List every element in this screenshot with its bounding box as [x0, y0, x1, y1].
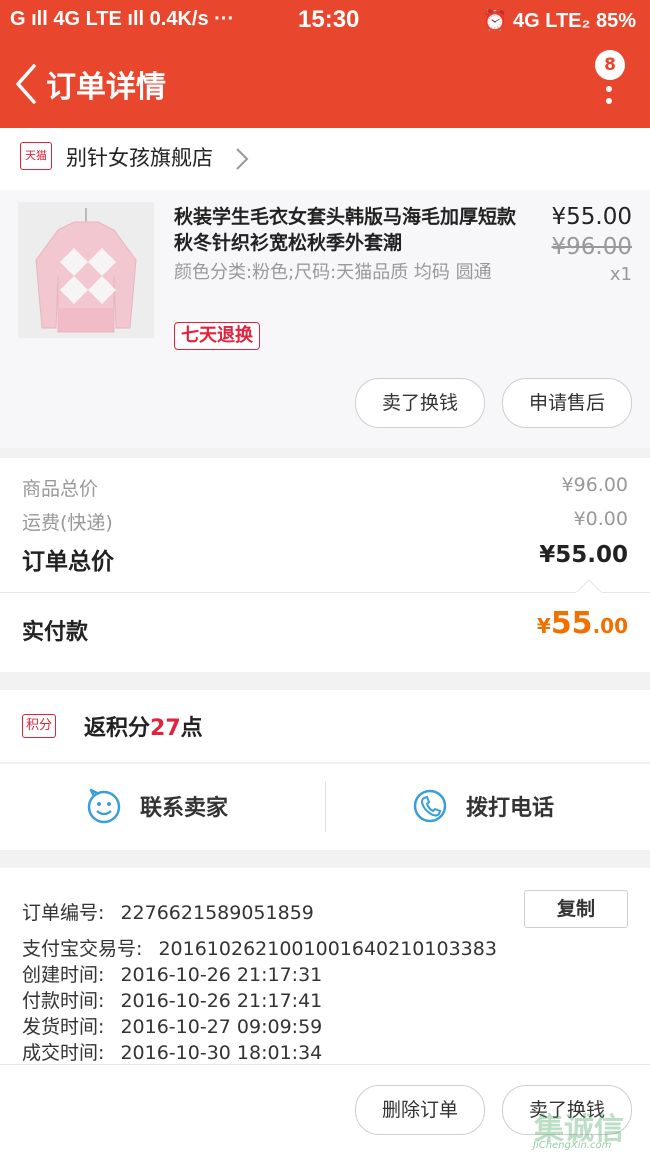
status-time: 15:30: [298, 6, 360, 33]
paid-time-row: 付款时间: 2016-10-26 21:17:41: [22, 986, 322, 1013]
order-total-value: ¥55.00: [539, 542, 628, 568]
points-suffix: 点: [180, 716, 203, 741]
status-bar: G ıll 4G LTE ıll 0.4K/s ··· 15:30 ⏰ 4G L…: [0, 0, 650, 40]
shipping-row: 运费(快递) ¥0.00: [22, 508, 628, 535]
order-number-value: 2276621589051859: [120, 902, 314, 924]
points-text: 返积分27点: [84, 710, 203, 742]
paid-decimal: .00: [592, 614, 628, 638]
notification-badge: 8: [595, 50, 625, 80]
copy-button[interactable]: 复制: [524, 890, 628, 928]
order-info: 订单编号: 2276621589051859 复制 支付宝交易号: 201610…: [0, 868, 650, 1064]
delete-order-button[interactable]: 删除订单: [355, 1085, 485, 1135]
call-phone-button[interactable]: 拨打电话: [326, 764, 650, 850]
goods-total-label: 商品总价: [22, 478, 99, 500]
call-phone-label: 拨打电话: [466, 796, 555, 821]
status-battery: ⏰ 4G LTE₂ 85%: [482, 10, 636, 32]
divider: [0, 592, 650, 593]
back-button[interactable]: [8, 60, 48, 108]
product-quantity: x1: [609, 264, 632, 285]
completed-value: 2016-10-30 18:01:34: [120, 1042, 323, 1064]
chevron-left-icon: [16, 64, 36, 104]
goods-total-row: 商品总价 ¥96.00: [22, 474, 628, 501]
chat-face-icon: [87, 788, 121, 824]
paid-currency: ¥: [536, 614, 551, 638]
phone-icon: [413, 789, 447, 823]
product-title[interactable]: 秋装学生毛衣女套头韩版马海毛加厚短款秋冬针织衫宽松秋季外套潮: [174, 204, 534, 256]
tmall-logo: 天猫: [20, 142, 52, 170]
order-number-row: 订单编号: 2276621589051859: [22, 898, 314, 925]
alipay-row: 支付宝交易号: 2016102621001001640210103383: [22, 934, 497, 961]
status-signal: G ıll 4G LTE ıll 0.4K/s ···: [10, 8, 235, 30]
shop-bar[interactable]: 天猫 别针女孩旗舰店: [0, 128, 650, 190]
points-tag: 积分: [22, 714, 57, 738]
shipping-value: ¥0.00: [573, 508, 628, 530]
caret-up-icon: [576, 579, 602, 593]
more-vertical-icon: [606, 86, 612, 110]
created-value: 2016-10-26 21:17:31: [120, 964, 323, 986]
product-thumbnail[interactable]: [18, 202, 154, 338]
paid-label: 实付款: [22, 620, 89, 645]
paid-time-label: 付款时间:: [22, 990, 105, 1012]
completed-label: 成交时间:: [22, 1042, 105, 1064]
order-number-label: 订单编号:: [22, 902, 105, 924]
product-original-price: ¥96.00: [551, 234, 632, 260]
order-total-row: 订单总价 ¥55.00: [22, 542, 628, 576]
shipping-label: 运费(快递): [22, 512, 113, 534]
created-label: 创建时间:: [22, 964, 105, 986]
watermark-url: JiChengXin.com: [533, 1140, 612, 1151]
shop-name[interactable]: 别针女孩旗舰店: [66, 142, 213, 172]
alipay-label: 支付宝交易号:: [22, 938, 143, 960]
contact-seller-button[interactable]: 联系卖家: [0, 764, 324, 850]
points-prefix: 返积分: [84, 716, 151, 741]
resell-button[interactable]: 卖了换钱: [355, 378, 485, 428]
product-attributes: 颜色分类:粉色;尺码:天猫品质 均码 圆通: [174, 262, 492, 283]
return-policy-tag: 七天退换: [174, 322, 260, 350]
created-row: 创建时间: 2016-10-26 21:17:31: [22, 960, 322, 987]
points-count: 27: [150, 716, 181, 741]
product-item[interactable]: 秋装学生毛衣女套头韩版马海毛加厚短款秋冬针织衫宽松秋季外套潮 颜色分类:粉色;尺…: [0, 190, 650, 448]
shipped-value: 2016-10-27 09:09:59: [120, 1016, 323, 1038]
points-section: 积分 返积分27点: [0, 690, 650, 762]
order-total-label: 订单总价: [22, 549, 114, 575]
after-sales-button[interactable]: 申请售后: [502, 378, 632, 428]
product-price: ¥55.00: [551, 204, 632, 230]
paid-amount: ¥55.00: [537, 606, 628, 641]
completed-row: 成交时间: 2016-10-30 18:01:34: [22, 1038, 322, 1065]
chevron-right-icon: [236, 148, 249, 170]
goods-total-value: ¥96.00: [561, 474, 628, 496]
shipped-row: 发货时间: 2016-10-27 09:09:59: [22, 1012, 322, 1039]
paid-time-value: 2016-10-26 21:17:41: [120, 990, 323, 1012]
more-menu-button[interactable]: 8: [595, 50, 625, 116]
page-title: 订单详情: [46, 70, 166, 105]
price-summary: 商品总价 ¥96.00 运费(快递) ¥0.00 订单总价 ¥55.00 实付款…: [0, 458, 650, 672]
paid-integer: 55: [550, 606, 593, 641]
contact-bar: 联系卖家 拨打电话: [0, 764, 650, 850]
shipped-label: 发货时间:: [22, 1016, 105, 1038]
nav-bar: 订单详情 8: [0, 40, 650, 128]
contact-seller-label: 联系卖家: [140, 796, 229, 821]
alipay-value: 2016102621001001640210103383: [158, 938, 497, 960]
